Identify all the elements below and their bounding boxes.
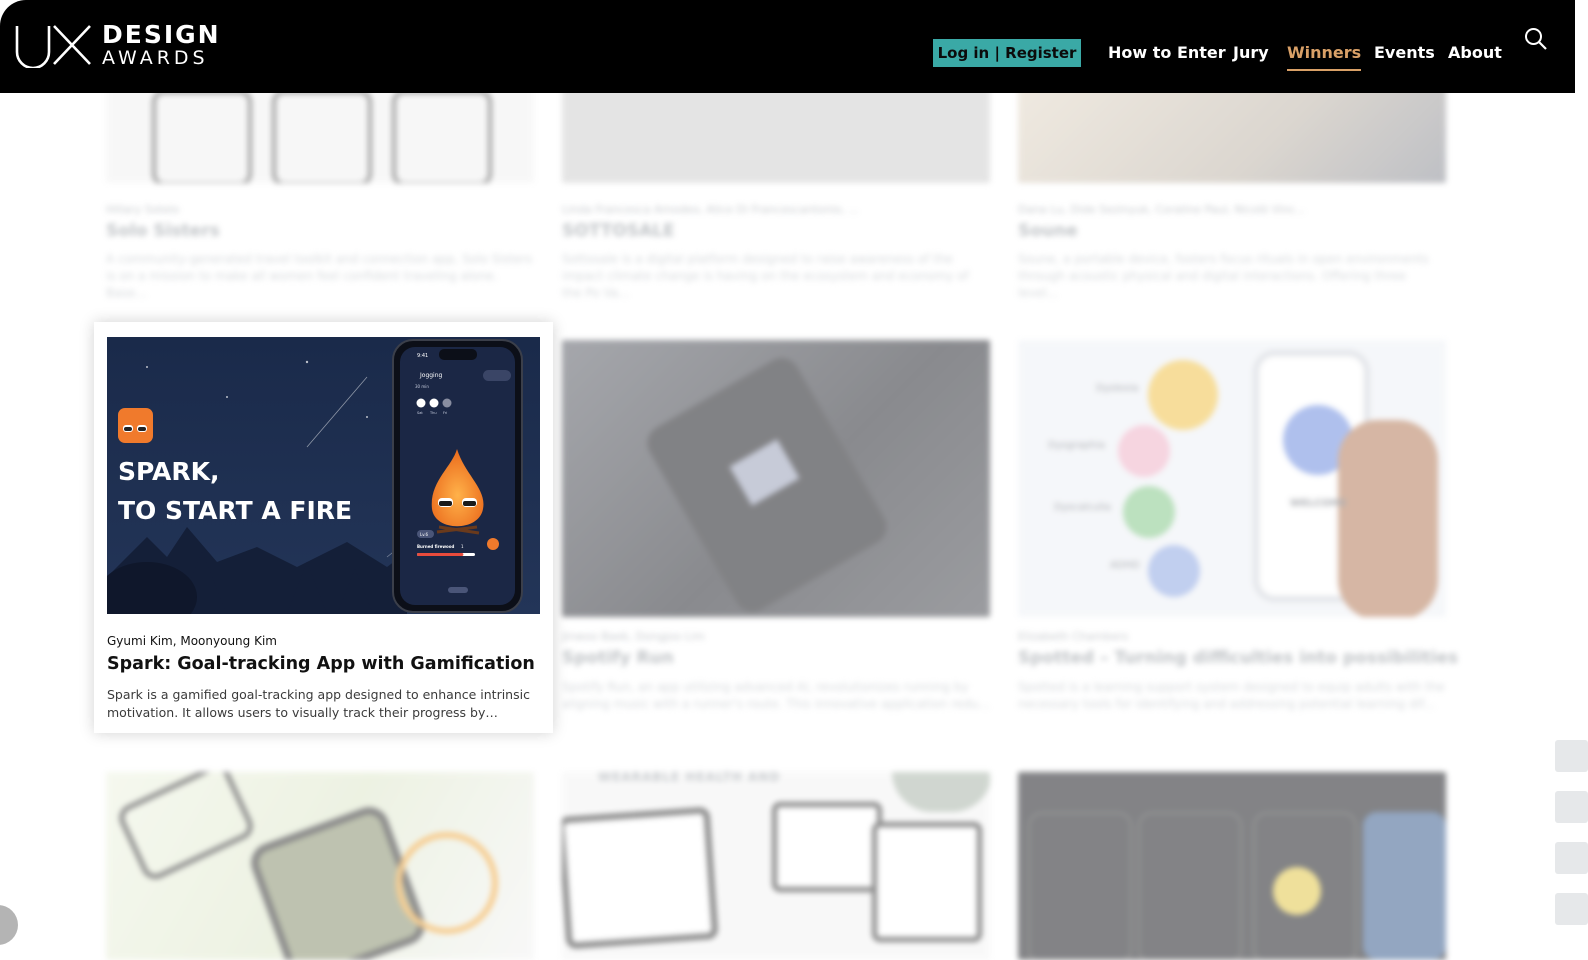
send-icon[interactable] — [1555, 740, 1588, 772]
card-title[interactable]: Spark: Goal-tracking App with Gamificati… — [107, 654, 535, 674]
winner-card-spark[interactable]: SPARK, TO START A FIRE 9:41 Jogging 30 m… — [94, 322, 553, 733]
card-authors: Linda Francesca Amodeo, Alice Di Frances… — [562, 203, 859, 216]
card-title[interactable]: Spotify Run — [562, 648, 674, 668]
card-authors: Elizabeth Chambers — [1018, 630, 1129, 643]
ux-design-awards-logo[interactable]: DESIGN AWARDS — [14, 22, 221, 68]
card-authors: Hillary Sotelo — [106, 203, 180, 216]
day-label: Thu — [429, 411, 437, 415]
logo-line-1: DESIGN — [102, 20, 221, 49]
login-register-button[interactable]: Log in | Register — [933, 39, 1081, 67]
card-authors: Jinwoo Baek, Dongjoo Lim — [562, 630, 705, 643]
nav-jury[interactable]: Jury — [1233, 43, 1269, 62]
dysgraphia-label: Dysgraphia — [1048, 440, 1106, 451]
nav-about[interactable]: About — [1448, 43, 1502, 62]
card-authors: Dana Lu, Dide Sezinyuk, Coraline Paul, N… — [1018, 203, 1306, 216]
card-title[interactable]: Soune — [1018, 221, 1078, 241]
card-title[interactable]: Spotted – Turning difficulties into poss… — [1018, 648, 1458, 668]
nav-how-to-enter[interactable]: How to Enter — [1108, 43, 1226, 62]
logo-line-2: AWARDS — [102, 47, 209, 69]
nav-events[interactable]: Events — [1374, 43, 1435, 62]
card-desc: Soune, a portable device, fosters focus … — [1018, 252, 1429, 300]
banner-text: WEARABLE HEALTH AND — [598, 772, 781, 784]
phone-screen-sub: 30 min — [415, 384, 429, 389]
card-authors: Gyumi Kim, Moonyoung Kim — [107, 634, 277, 648]
welcome-label: WELCOME — [1290, 498, 1347, 509]
search-icon[interactable] — [1524, 27, 1548, 55]
phone-time: 9:41 — [417, 353, 428, 359]
card-image-spotted[interactable]: Dyslexia Dysgraphia Dyscalculia ADHD WEL… — [1018, 340, 1446, 617]
adhd-label: ADHD — [1110, 560, 1140, 571]
level-label: Lv.6 — [420, 532, 429, 537]
card-image-row3-1[interactable] — [106, 772, 534, 960]
ux-logo-mark-icon — [15, 25, 91, 68]
card-title[interactable]: Solo Sisters — [106, 221, 220, 241]
phone-screen-title: Jogging — [419, 372, 443, 379]
linkedin-icon[interactable] — [1555, 791, 1588, 823]
nav-winners[interactable]: Winners — [1287, 43, 1362, 71]
site-header: DESIGN AWARDS Log in | Register How to E… — [0, 0, 1575, 93]
card-image-row3-3[interactable] — [1018, 772, 1446, 960]
dyslexia-label: Dyslexia — [1096, 383, 1139, 394]
day-label: Fri — [443, 411, 447, 415]
card-image-spark[interactable]: SPARK, TO START A FIRE 9:41 Jogging 30 m… — [107, 337, 540, 614]
card-image-spotify-run[interactable] — [562, 340, 990, 617]
youtube-icon[interactable] — [1555, 893, 1588, 925]
card-desc: Sottosale is a digital platform designed… — [562, 252, 969, 300]
card-desc: A community-generated travel toolkit and… — [106, 252, 533, 300]
card-desc: Spark is a gamified goal-tracking app de… — [107, 687, 530, 720]
card-title[interactable]: SOTTOSALE — [562, 221, 675, 241]
headline-line-1: SPARK, — [118, 457, 220, 486]
instagram-icon[interactable] — [1555, 842, 1588, 874]
burned-label: Burned firewood — [417, 544, 455, 549]
card-desc: Spotify Run, an app utilizing advanced A… — [562, 680, 990, 711]
card-desc: Spotted is a learning support system des… — [1018, 680, 1445, 711]
spark-hero-image: SPARK, TO START A FIRE 9:41 Jogging 30 m… — [107, 337, 540, 614]
headline-line-2: TO START A FIRE — [118, 496, 352, 525]
dyscalculia-label: Dyscalculia — [1054, 502, 1111, 513]
card-image-row3-2[interactable]: WEARABLE HEALTH AND — [562, 772, 990, 960]
day-label: Sat — [417, 411, 423, 415]
